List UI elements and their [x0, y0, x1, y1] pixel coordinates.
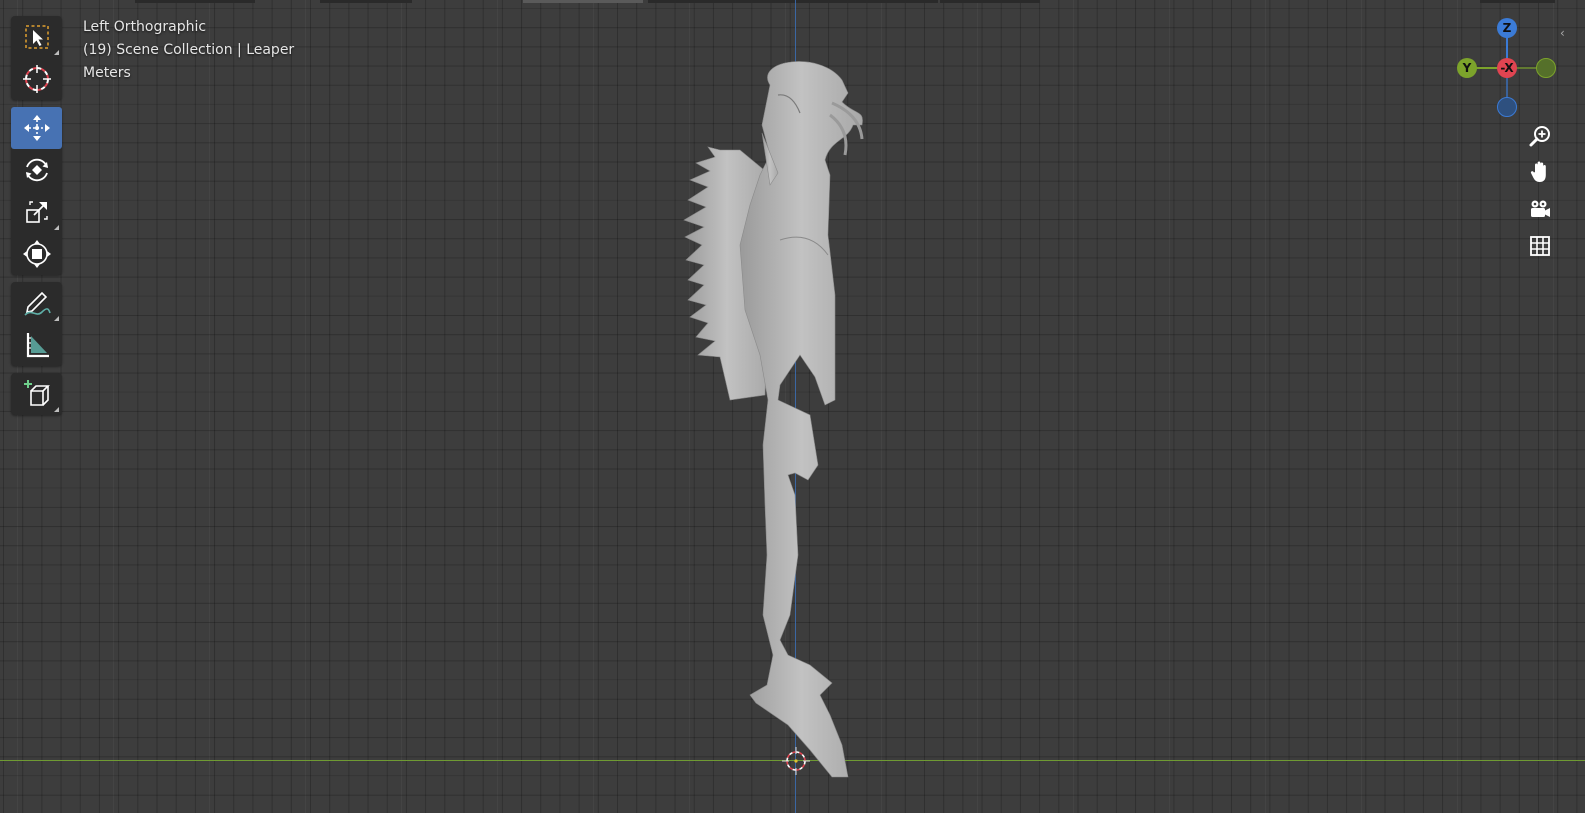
- gizmo-z-label: Z: [1502, 21, 1512, 35]
- zoom-icon: [1529, 126, 1550, 147]
- header-strip: [648, 0, 938, 3]
- move-icon: [23, 115, 50, 141]
- gizmo-y-ball[interactable]: Y: [1457, 58, 1477, 78]
- measure-tool[interactable]: [11, 324, 62, 366]
- grid-icon: [1530, 236, 1550, 256]
- tool-options-corner: [54, 225, 59, 230]
- camera-icon: [1531, 200, 1550, 217]
- sidebar-toggle-icon[interactable]: ‹: [1560, 26, 1565, 40]
- select-box-icon: [24, 25, 49, 49]
- scale-icon: [25, 201, 48, 223]
- navigation-gizmo[interactable]: Z Y -X: [1455, 16, 1559, 120]
- cursor-icon: [22, 65, 51, 93]
- gizmo-negative-y-ball[interactable]: [1536, 58, 1556, 78]
- gizmo-negative-z-ball[interactable]: [1497, 97, 1517, 117]
- select-box-tool[interactable]: [11, 16, 62, 58]
- tool-options-corner: [54, 50, 59, 55]
- scale-tool[interactable]: [11, 191, 62, 233]
- header-strip: [1480, 0, 1555, 3]
- annotate-tool[interactable]: [11, 282, 62, 324]
- viewport-info: Left Orthographic (19) Scene Collection …: [83, 16, 294, 85]
- header-strip: [940, 0, 1040, 3]
- add-cube-tool[interactable]: [11, 373, 62, 415]
- tool-options-corner: [54, 407, 59, 412]
- tool-shelf: [11, 16, 62, 422]
- zoom-button[interactable]: [1525, 121, 1555, 151]
- cursor-tool[interactable]: [11, 58, 62, 100]
- add-cube-icon: [23, 380, 50, 406]
- tool-group-transform: [11, 107, 62, 275]
- header-strip: [320, 0, 412, 3]
- gizmo-z-ball[interactable]: Z: [1497, 18, 1517, 38]
- measure-icon: [26, 333, 49, 358]
- move-tool[interactable]: [11, 107, 62, 149]
- transform-tool[interactable]: [11, 233, 62, 275]
- view-name: Left Orthographic: [83, 19, 207, 35]
- camera-view-button[interactable]: [1525, 195, 1555, 225]
- header-strip: [523, 0, 643, 3]
- tool-group-annotate: [11, 282, 62, 366]
- pan-hand-icon: [1530, 161, 1546, 182]
- leaper-model[interactable]: [670, 55, 890, 785]
- pan-button[interactable]: [1525, 157, 1555, 187]
- transform-icon: [22, 240, 51, 268]
- gizmo-negative-x-ball[interactable]: -X: [1497, 58, 1517, 78]
- tool-group-select: [11, 16, 62, 100]
- gizmo-y-label: Y: [1462, 61, 1472, 75]
- rotate-icon: [25, 158, 48, 182]
- gizmo-x-label: -X: [1500, 61, 1514, 75]
- rotate-tool[interactable]: [11, 149, 62, 191]
- units-label: Meters: [83, 65, 131, 81]
- 3d-viewport[interactable]: Left Orthographic (19) Scene Collection …: [0, 0, 1585, 813]
- annotate-icon: [23, 291, 51, 316]
- tool-group-add: [11, 373, 62, 415]
- tool-options-corner: [54, 316, 59, 321]
- grid-view-button[interactable]: [1525, 231, 1555, 261]
- header-strip: [135, 0, 255, 3]
- 3d-cursor[interactable]: [782, 747, 810, 775]
- collection-info: (19) Scene Collection | Leaper: [83, 42, 295, 58]
